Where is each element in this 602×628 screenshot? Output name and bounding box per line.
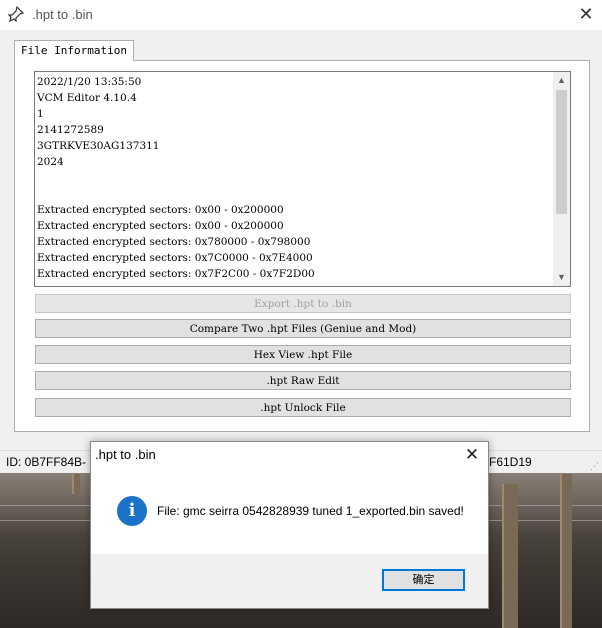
file-info-line: 3GTRKVE30AG137311 [37,140,160,152]
ok-button[interactable]: 确定 [382,569,465,591]
hex-view-button[interactable]: Hex View .hpt File [35,345,571,364]
file-info-line: 2022/1/20 13:35:50 [37,76,142,88]
file-info-line: 2141272589 [37,124,104,136]
dialog-message: File: gmc seirra 0542828939 tuned 1_expo… [157,504,464,518]
file-info-line: Extracted encrypted sectors: 0x00 - 0x20… [37,220,284,232]
file-info-line: Extracted encrypted sectors: 0x7C0000 - … [37,252,313,264]
wallpaper-post [72,474,80,494]
title-bar: .hpt to .bin ✕ [0,0,602,30]
file-info-line: Extracted encrypted sectors: 0x7F2C00 - … [37,268,315,280]
window-title: .hpt to .bin [32,7,93,22]
scroll-up-icon[interactable]: ▲ [553,72,570,89]
file-info-line: 2024 [37,156,64,168]
raw-edit-button[interactable]: .hpt Raw Edit [35,371,571,390]
pin-icon [7,5,25,23]
vertical-scrollbar[interactable]: ▲ ▼ [553,72,570,286]
dialog-close-button[interactable]: ✕ [461,444,483,466]
status-id-right: F61D19 [489,455,532,469]
file-info-line [37,170,549,186]
message-dialog: .hpt to .bin ✕ i File: gmc seirra 054282… [90,441,489,609]
dialog-title-bar: .hpt to .bin ✕ [91,442,488,468]
scroll-thumb[interactable] [556,90,567,214]
file-info-textbox[interactable]: 2022/1/20 13:35:50 VCM Editor 4.10.4 1 2141… [34,71,571,287]
file-info-line: VCM Editor 4.10.4 [37,92,137,104]
dialog-title: .hpt to .bin [95,447,156,462]
dialog-footer: 确定 [91,554,488,608]
info-icon: i [117,496,147,526]
wallpaper-post [560,474,572,628]
resize-grip-icon[interactable]: ⋰ [590,461,600,471]
unlock-button[interactable]: .hpt Unlock File [35,398,571,417]
file-info-text: 2022/1/20 13:35:50 VCM Editor 4.10.4 1 2141… [37,74,549,282]
wallpaper-post [502,484,518,628]
export-button[interactable]: Export .hpt to .bin [35,294,571,313]
compare-button[interactable]: Compare Two .hpt Files (Geniue and Mod) [35,319,571,338]
close-button[interactable]: ✕ [574,2,598,26]
tab-file-information[interactable]: File Information [14,40,134,61]
file-info-line: 1 [37,108,44,120]
file-info-line: Extracted encrypted sectors: 0x00 - 0x20… [37,204,284,216]
status-id-left: ID: 0B7FF84B- [6,455,87,469]
file-info-line: Extracted encrypted sectors: 0x780000 - … [37,236,311,248]
scroll-down-icon[interactable]: ▼ [553,269,570,286]
main-window: .hpt to .bin ✕ File Information 2022/1/2… [0,0,602,473]
file-info-line [37,186,549,202]
